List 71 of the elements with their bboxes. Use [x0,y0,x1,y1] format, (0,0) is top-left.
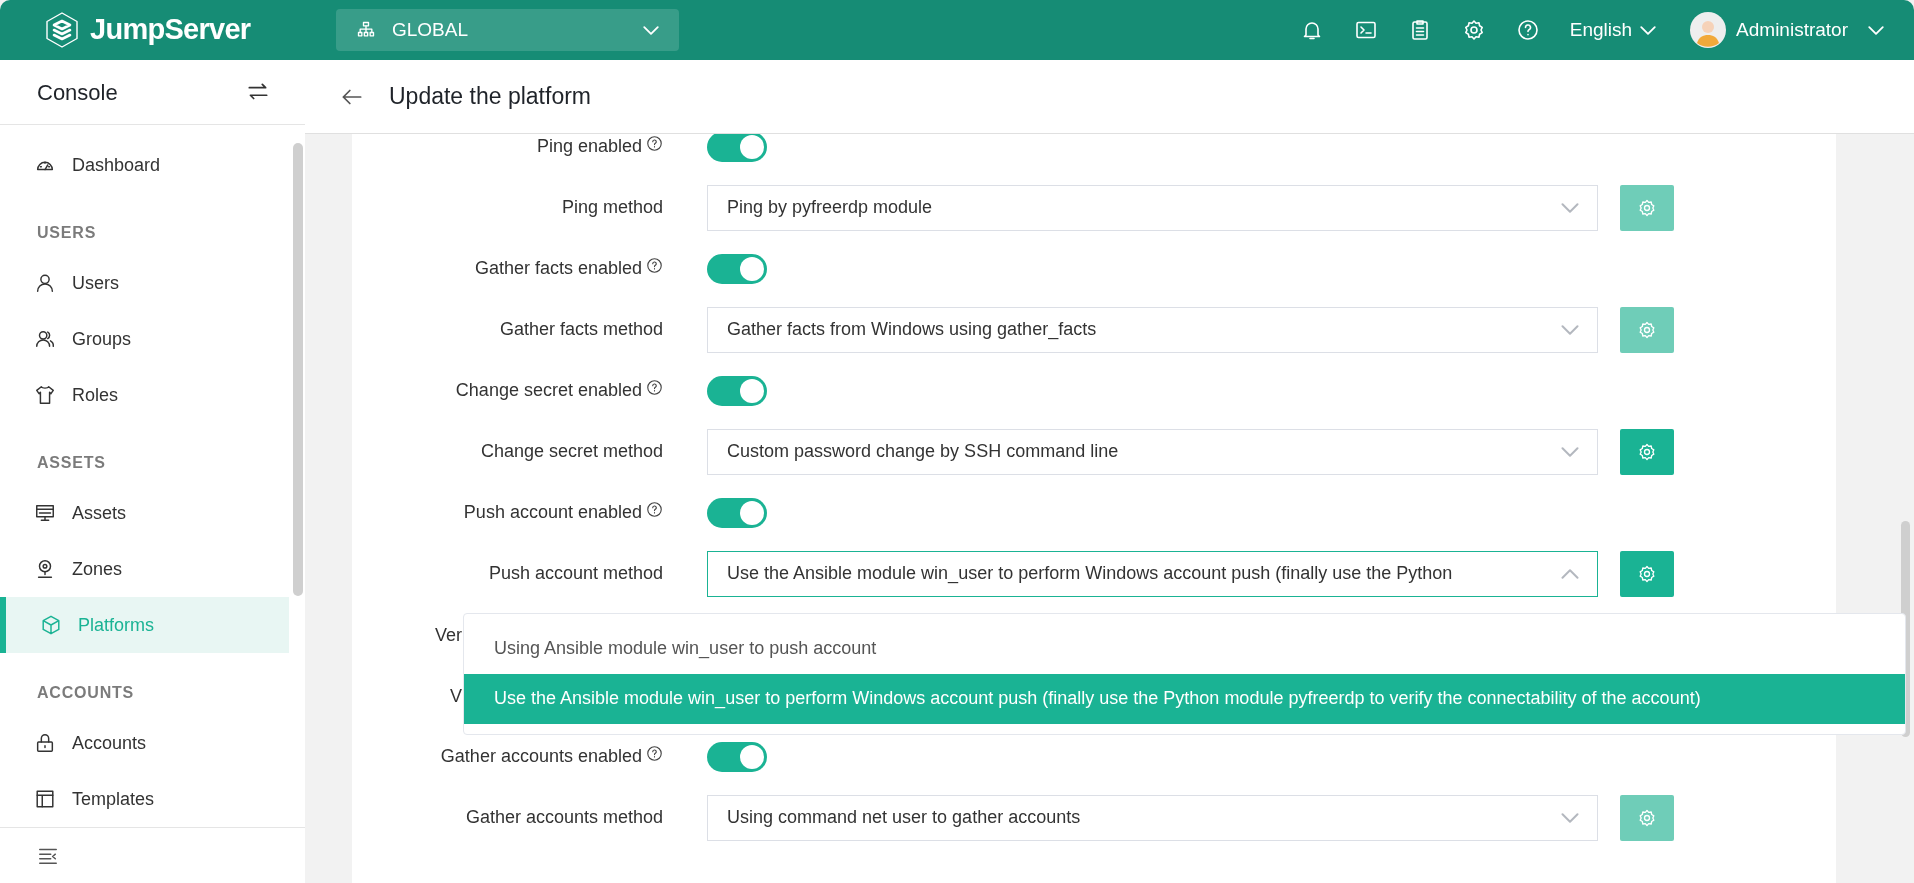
section-heading: ACCOUNTS [36,683,136,703]
field-label: Gather accounts method [465,806,663,829]
toggle-switch[interactable] [707,375,767,406]
settings-icon [1637,197,1657,218]
lock-icon [34,732,56,754]
avatar-icon [1690,12,1727,48]
user-menu[interactable]: Administrator [1690,12,1884,48]
field-label: Push account method [488,562,663,585]
hierarchy-icon [356,20,376,40]
sidebar-item[interactable]: Users [0,255,289,311]
field-label: Push account enabled [463,501,642,524]
sidebar-item[interactable]: Zones [0,541,289,597]
toggle-switch[interactable] [707,134,767,162]
toggle-switch[interactable] [707,497,767,528]
chevron-down-icon [1868,25,1884,35]
field-label: Gather accounts enabled [440,745,642,768]
chevron-down-icon [1561,812,1579,823]
sidebar-item[interactable]: Groups [0,311,289,367]
help-icon[interactable] [646,257,663,274]
field-label: Change secret method [480,440,663,463]
settings-icon [1637,807,1657,828]
help-icon[interactable] [646,745,663,762]
sidebar-title: Console [37,78,118,107]
cube-icon [40,614,62,636]
scrollbar[interactable] [1901,521,1910,737]
sidebar-item[interactable]: Dashboard [0,137,289,193]
monitor-icon [34,502,56,524]
people-icon [34,328,56,350]
select-field[interactable]: Custom password change by SSH command line [707,428,1598,475]
select-field[interactable]: Gather facts from Windows using gather_facts [707,306,1598,353]
chevron-up-icon [1561,568,1579,579]
person-icon [34,272,56,294]
shirt-icon [34,384,56,406]
chevron-down-icon [1561,324,1579,335]
select-field[interactable]: Ping by pyfreerdp module [707,184,1598,231]
field-label: Ping enabled [536,135,642,158]
select-field[interactable]: Use the Ansible module win_user to perform Windows account push (finally use the Python [707,550,1598,597]
logo-text: JumpServer [90,12,251,48]
select-field[interactable]: Using command net user to gather accounts [707,794,1598,841]
field-label: Gather facts enabled [474,257,642,280]
field-label: V [449,686,462,705]
settings-button[interactable] [1620,550,1674,597]
help-icon[interactable] [646,135,663,152]
help-icon[interactable] [1515,18,1540,42]
sidebar-item[interactable]: Accounts [0,715,289,771]
settings-button[interactable] [1620,428,1674,475]
sidebar-item[interactable]: Roles [0,367,289,423]
chevron-down-icon [1561,446,1579,457]
chevron-down-icon [643,25,659,35]
help-icon[interactable] [646,379,663,396]
chevron-down-icon [1561,202,1579,213]
sidebar-item[interactable]: Templates [0,771,289,827]
toggle-switch[interactable] [707,253,767,284]
section-heading: ASSETS [36,453,107,473]
chevron-down-icon [1640,25,1657,35]
field-label: Ping method [561,196,663,219]
dropdown-option[interactable]: Using Ansible module win_user to push account [464,623,1905,674]
settings-icon [1637,319,1657,340]
field-label: Ver [433,625,462,644]
sidebar-item[interactable]: Assets [0,485,289,541]
language-select[interactable]: English [1569,15,1657,45]
scrollbar[interactable] [293,143,303,596]
section-heading: USERS [36,223,98,243]
help-icon[interactable] [646,501,663,518]
field-label: Change secret enabled [455,379,642,402]
field-label: Gather facts method [499,318,663,341]
layout-icon [34,788,56,810]
toggle-switch[interactable] [707,741,767,772]
page-title: Update the platform [389,82,591,112]
settings-icon [1637,441,1657,462]
settings-icon [1637,563,1657,584]
